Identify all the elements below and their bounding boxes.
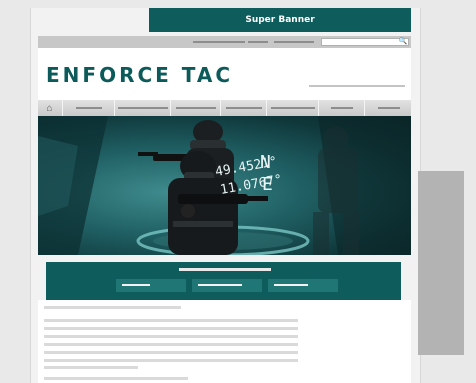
nav-item[interactable] <box>170 100 221 116</box>
text-line <box>44 366 138 369</box>
hero-illustration: 49.4521° 11.0767° N E <box>38 116 411 255</box>
nav-item[interactable] <box>114 100 171 116</box>
utility-link[interactable] <box>248 41 268 43</box>
text-line <box>44 377 188 380</box>
super-banner-label: Super Banner <box>245 15 315 25</box>
text-line <box>44 327 298 330</box>
text-line <box>44 359 298 362</box>
header-placeholder-line <box>309 85 405 87</box>
nav-item[interactable] <box>364 100 412 116</box>
utility-link[interactable] <box>193 41 245 43</box>
nav-item[interactable] <box>318 100 365 116</box>
hero-compass: E <box>262 174 273 195</box>
skyscraper-ad[interactable] <box>418 171 464 355</box>
text-line <box>44 343 298 346</box>
content-area <box>38 300 411 383</box>
home-icon[interactable]: ⌂ <box>38 100 61 116</box>
text-line <box>44 351 298 354</box>
nav-item[interactable] <box>62 100 115 116</box>
logo-text: ENFORCE TAC <box>46 63 234 87</box>
site-logo[interactable]: ENFORCE TAC <box>46 62 233 88</box>
super-banner-ad[interactable]: Super Banner <box>149 8 411 32</box>
teaser-button[interactable] <box>116 279 186 292</box>
text-line <box>44 319 298 322</box>
teaser-button[interactable] <box>192 279 262 292</box>
teaser-button[interactable] <box>268 279 338 292</box>
hero-compass: N <box>260 152 271 173</box>
hero-image[interactable]: 49.4521° 11.0767° N E <box>38 116 411 255</box>
search-input[interactable] <box>321 38 409 46</box>
teaser-headline <box>179 268 271 271</box>
content-heading <box>44 306 181 309</box>
search-icon[interactable]: 🔍 <box>398 37 408 47</box>
nav-item[interactable] <box>220 100 267 116</box>
utility-link[interactable] <box>274 41 314 43</box>
nav-item[interactable] <box>266 100 319 116</box>
text-line <box>44 335 298 338</box>
